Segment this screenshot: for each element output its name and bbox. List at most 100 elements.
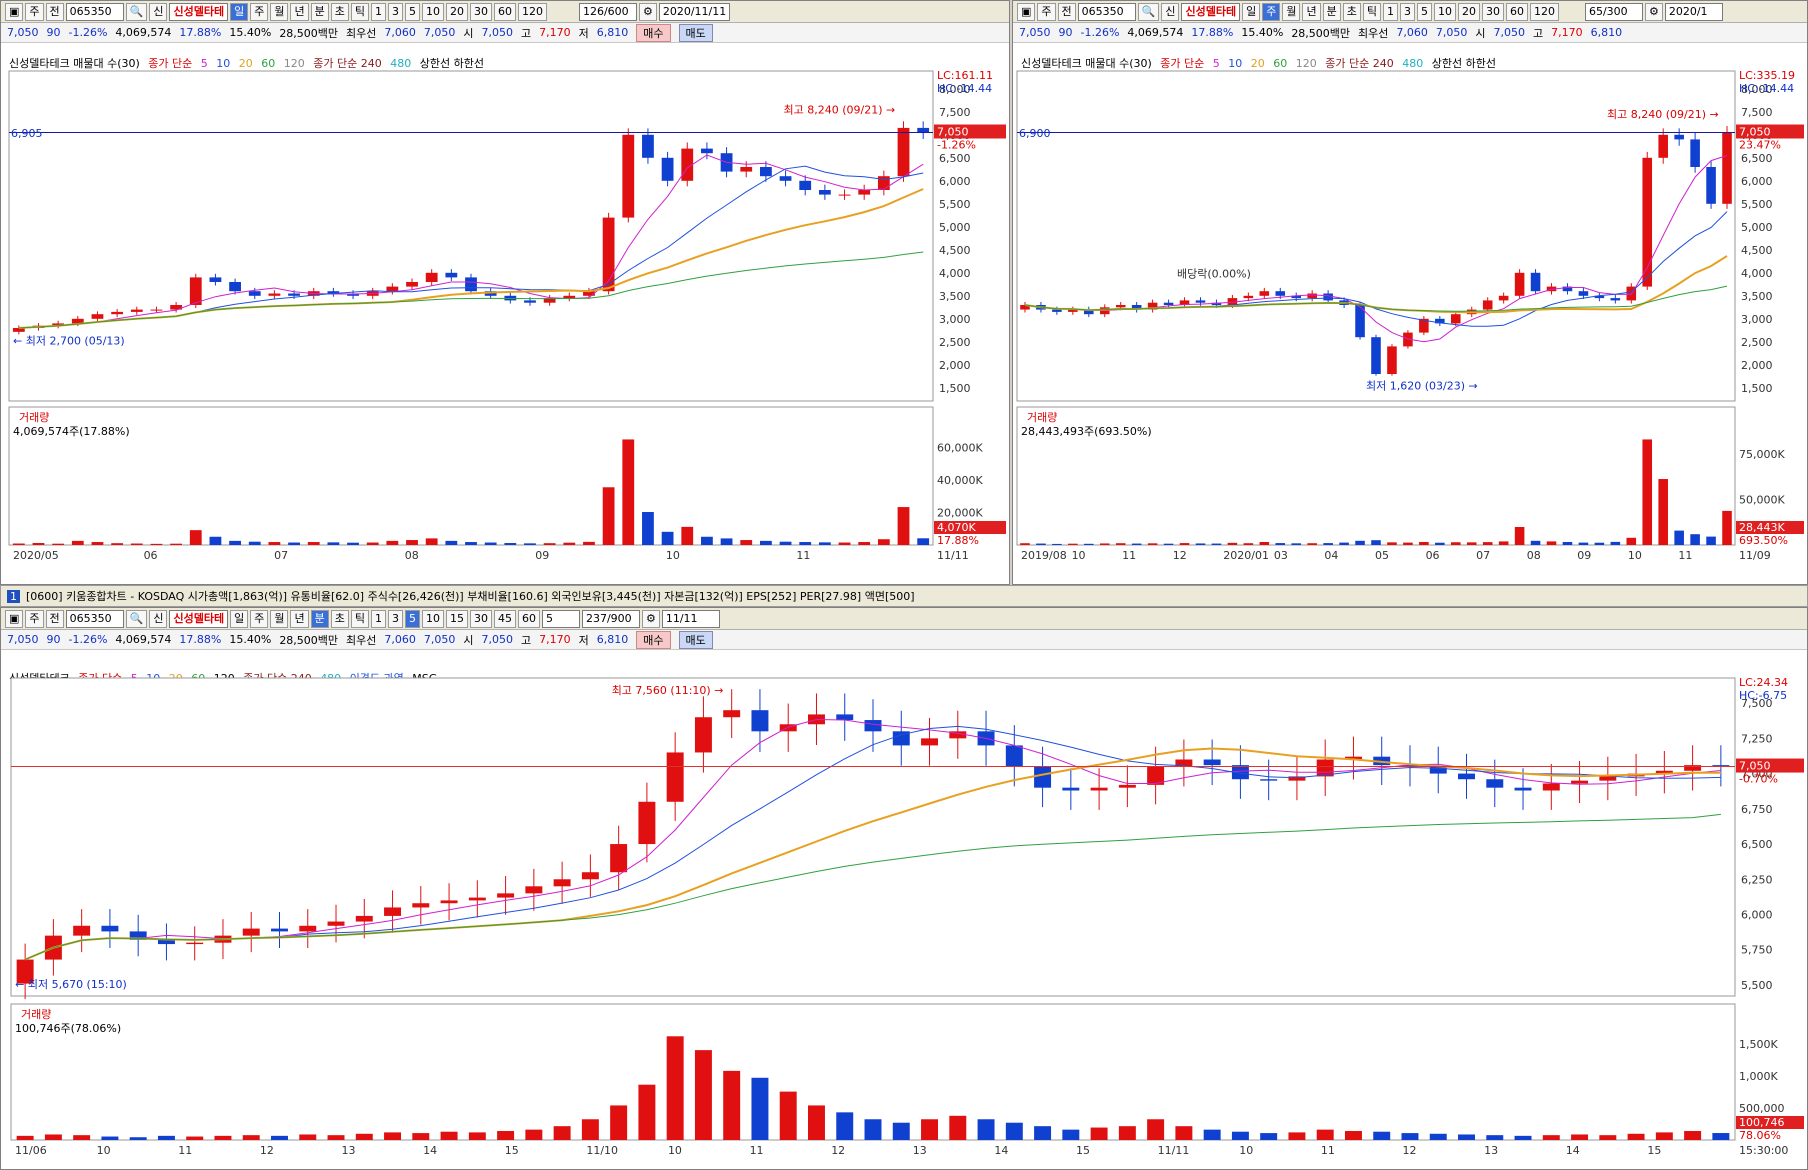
period-tick[interactable]: 틱 [1362,2,1381,21]
candle-body [858,190,871,195]
date-input[interactable]: 2020/11/11 [658,2,731,21]
period-week[interactable]: 주 [1262,2,1281,21]
code-input[interactable]: 065350 [65,609,124,628]
settings-icon[interactable]: ⚙ [641,609,660,628]
chart-type-icon[interactable]: ▣ [5,2,24,21]
interval-input[interactable]: 5 [541,609,580,628]
num-60[interactable]: 60 [517,609,540,628]
stock-name[interactable]: 신성델타테 [1181,2,1241,21]
market-select[interactable]: 주 [25,2,44,21]
period-minute[interactable]: 분 [310,2,329,21]
volume-value: 28,443,493주(693.50%) [1021,425,1152,438]
volume-bar [406,540,418,545]
stock-name[interactable]: 신성델타테 [169,2,229,21]
candle-body [101,925,119,932]
num-1[interactable]: 1 [370,2,386,21]
period-week[interactable]: 주 [250,2,269,21]
prev-select[interactable]: 전 [45,2,64,21]
count-input[interactable]: 65/300 [1584,2,1643,21]
settings-icon[interactable]: ⚙ [1644,2,1663,21]
date-input[interactable]: 2020/1 [1664,2,1723,21]
num-120[interactable]: 120 [1529,2,1559,21]
price-tick-label: 5,500 [1741,979,1773,992]
num-45[interactable]: 45 [493,609,516,628]
sell-button[interactable]: 매도 [678,23,713,42]
period-minute[interactable]: 분 [310,609,329,628]
vol-ratio: 17.88% [1191,26,1234,39]
num-1[interactable]: 1 [370,609,386,628]
period-year[interactable]: 년 [1302,2,1321,21]
num-120[interactable]: 120 [517,2,547,21]
period-minute[interactable]: 분 [1322,2,1341,21]
search-icon[interactable]: 🔍 [125,609,148,628]
num-15[interactable]: 15 [445,609,468,628]
sell-button[interactable]: 매도 [678,630,713,649]
buy-button[interactable]: 매수 [636,23,671,42]
high: 7,170 [539,633,571,646]
candle-body [406,282,418,287]
code-input[interactable]: 065350 [65,2,124,21]
market-select[interactable]: 주 [25,609,44,628]
num-3[interactable]: 3 [387,609,403,628]
num-3[interactable]: 3 [1399,2,1415,21]
period-year[interactable]: 년 [290,2,309,21]
bid-label: 최우선 [346,633,377,647]
period-second[interactable]: 초 [330,609,349,628]
count-input[interactable]: 237/900 [581,609,640,628]
num-30[interactable]: 30 [1481,2,1504,21]
num-30[interactable]: 30 [469,2,492,21]
candle-body [1706,167,1716,204]
volume-bar [71,540,84,545]
num-10[interactable]: 10 [1433,2,1456,21]
num-20[interactable]: 20 [445,2,468,21]
period-month[interactable]: 월 [1282,2,1301,21]
num-5[interactable]: 5 [1416,2,1432,21]
volume-bar [425,538,438,545]
num-20[interactable]: 20 [1457,2,1480,21]
volume-bar [1323,543,1333,545]
settings-icon[interactable]: ⚙ [638,2,657,21]
volume-bar [681,526,694,545]
num-10[interactable]: 10 [421,2,444,21]
chart-type-icon[interactable]: ▣ [5,609,24,628]
search-icon[interactable]: 🔍 [1137,2,1160,21]
count-input[interactable]: 126/600 [578,2,637,21]
period-day[interactable]: 일 [230,609,249,628]
prev-select[interactable]: 전 [1057,2,1076,21]
change-pct: -1.26% [1080,26,1120,39]
num-3[interactable]: 3 [387,2,403,21]
candle-body [1514,272,1525,296]
volume-bar [858,542,871,545]
candle-body [563,295,576,299]
num-60[interactable]: 60 [1505,2,1528,21]
chart-type-icon[interactable]: ▣ [1017,2,1036,21]
period-tick[interactable]: 틱 [350,2,369,21]
period-week[interactable]: 주 [250,609,269,628]
code-input[interactable]: 065350 [1077,2,1136,21]
num-10[interactable]: 10 [421,609,444,628]
buy-button[interactable]: 매수 [636,630,671,649]
candle-body [1578,291,1589,296]
period-second[interactable]: 초 [330,2,349,21]
search-icon[interactable]: 🔍 [125,2,148,21]
num-1[interactable]: 1 [1382,2,1398,21]
price-tick-label: 6,500 [939,152,971,165]
period-month[interactable]: 월 [270,2,289,21]
candle-body [1514,787,1532,791]
num-30[interactable]: 30 [469,609,492,628]
period-tick[interactable]: 틱 [350,609,369,628]
period-day[interactable]: 일 [1242,2,1261,21]
date-input[interactable]: 11/11 [661,609,720,628]
period-second[interactable]: 초 [1342,2,1361,21]
prev-select[interactable]: 전 [45,609,64,628]
period-day[interactable]: 일 [230,2,249,21]
num-5[interactable]: 5 [404,609,420,628]
num-5[interactable]: 5 [404,2,420,21]
stock-name[interactable]: 신성델타테 [169,609,229,628]
price-tick-label: 7,500 [1741,106,1773,119]
num-60[interactable]: 60 [493,2,516,21]
period-month[interactable]: 월 [270,609,289,628]
volume-bar [44,1134,62,1140]
market-select[interactable]: 주 [1037,2,1056,21]
period-year[interactable]: 년 [290,609,309,628]
